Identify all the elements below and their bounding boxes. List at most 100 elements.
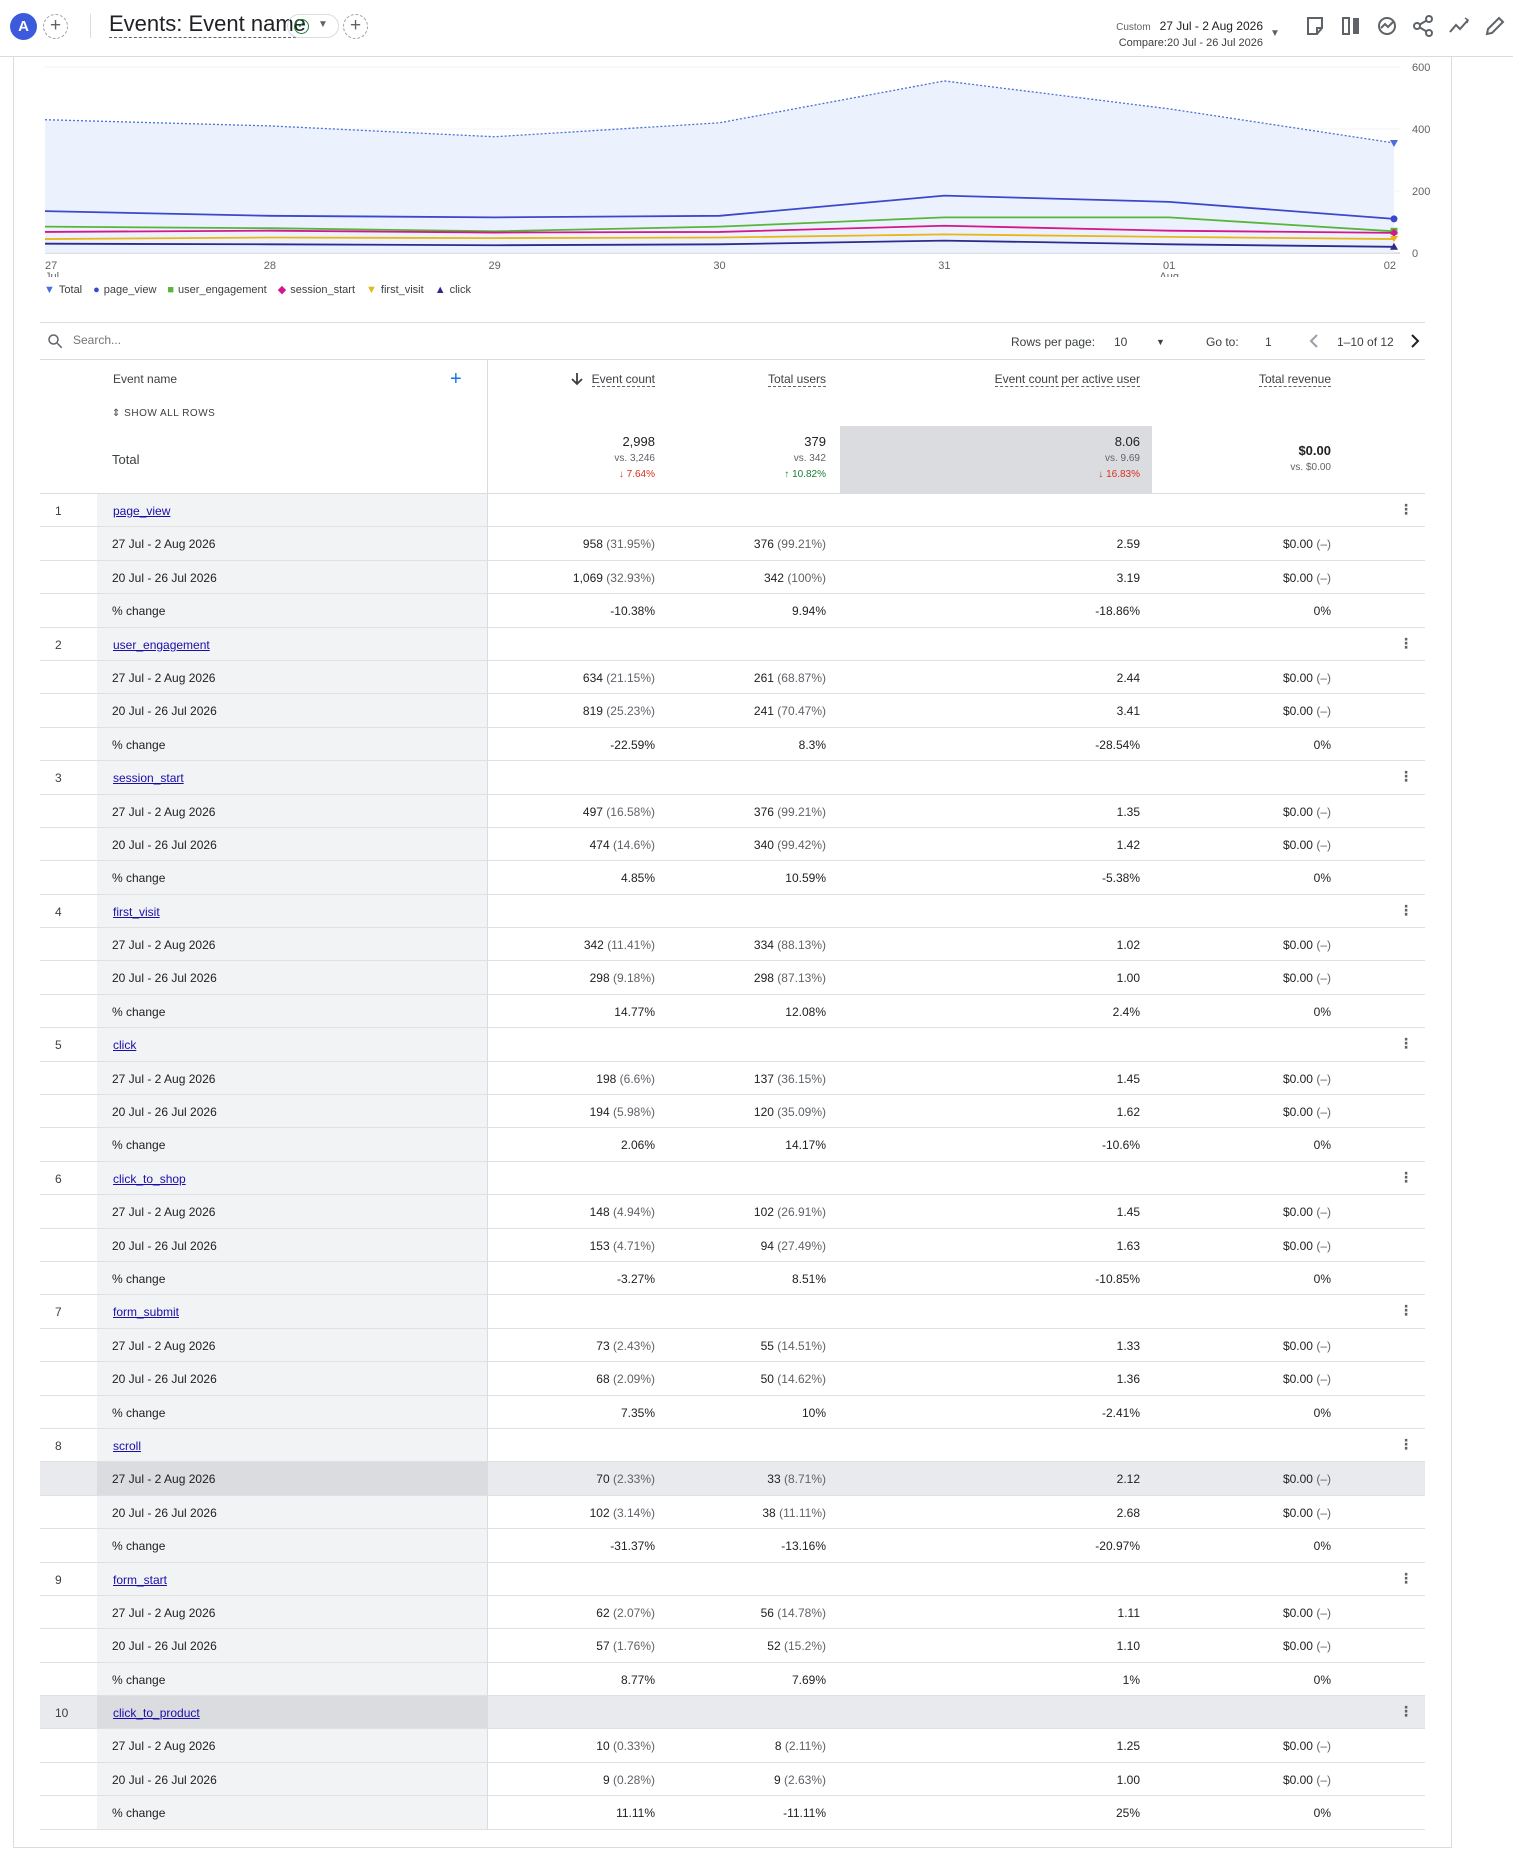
col-event-name[interactable]: Event name bbox=[113, 372, 177, 386]
col-total-users[interactable]: Total users bbox=[767, 372, 826, 387]
legend-item[interactable]: ■ user_engagement bbox=[167, 283, 266, 296]
event-name-link[interactable]: form_submit bbox=[113, 1305, 179, 1319]
add-report-button[interactable]: + bbox=[43, 14, 68, 39]
metric-cell: -10.6% bbox=[1101, 1138, 1140, 1153]
compare-columns-icon[interactable] bbox=[1339, 14, 1363, 38]
period-label: 20 Jul - 26 Jul 2026 bbox=[112, 1772, 217, 1787]
legend-marker-icon: ▼ bbox=[366, 283, 377, 296]
event-name-link[interactable]: click_to_shop bbox=[113, 1172, 186, 1186]
more-vert-icon[interactable]: ⋮ bbox=[1399, 502, 1413, 516]
legend-item[interactable]: ◆ session_start bbox=[278, 283, 355, 297]
table-row: % change -3.27% 8.51% -10.85% 0% bbox=[40, 1261, 1425, 1296]
period-label: 27 Jul - 2 Aug 2026 bbox=[112, 1205, 216, 1220]
rows-per-page-select[interactable]: 10 bbox=[1114, 335, 1127, 349]
period-label: % change bbox=[112, 1138, 166, 1153]
metric-cell: 62 (2.07%) bbox=[596, 1605, 655, 1620]
metric-cell: -2.41% bbox=[1101, 1405, 1140, 1420]
annotation-icon[interactable] bbox=[1303, 14, 1327, 38]
legend-item[interactable]: ● page_view bbox=[93, 283, 156, 296]
share-icon[interactable] bbox=[1411, 14, 1435, 38]
metric-cell: 474 (14.6%) bbox=[589, 837, 655, 852]
event-name-link[interactable]: session_start bbox=[113, 771, 184, 785]
legend-item[interactable]: ▲ click bbox=[435, 283, 471, 296]
metric-cell: 2.12 bbox=[1116, 1472, 1140, 1487]
table-group-row[interactable]: 1 page_view ⋮ bbox=[40, 494, 1425, 528]
table-group-row[interactable]: 10 click_to_product ⋮ bbox=[40, 1696, 1425, 1730]
col-event-count-per-user[interactable]: Event count per active user bbox=[994, 372, 1140, 387]
event-name-link[interactable]: scroll bbox=[113, 1439, 141, 1453]
col-total-revenue[interactable]: Total revenue bbox=[1258, 372, 1331, 387]
table-body: 1 page_view ⋮ 27 Jul - 2 Aug 2026 958 (31.95… bbox=[40, 494, 1425, 1830]
more-vert-icon[interactable]: ⋮ bbox=[1399, 1571, 1413, 1585]
table-group-row[interactable]: 3 session_start ⋮ bbox=[40, 761, 1425, 795]
event-name-link[interactable]: click bbox=[113, 1038, 136, 1052]
date-range-picker[interactable]: Custom 27 Jul - 2 Aug 2026 Compare:20 Jul… bbox=[1116, 18, 1263, 50]
period-label: 20 Jul - 26 Jul 2026 bbox=[112, 971, 217, 986]
event-name-link[interactable]: click_to_product bbox=[113, 1706, 200, 1720]
next-page-icon[interactable] bbox=[1408, 333, 1422, 349]
metric-cell: $0.00 (–) bbox=[1282, 971, 1331, 986]
insights-icon[interactable] bbox=[1375, 14, 1399, 38]
table-row: % change 4.85% 10.59% -5.38% 0% bbox=[40, 861, 1425, 895]
metric-cell: 9 (0.28%) bbox=[602, 1772, 655, 1787]
col-event-count[interactable]: Event count bbox=[591, 372, 655, 387]
more-vert-icon[interactable]: ⋮ bbox=[1399, 903, 1413, 917]
more-vert-icon[interactable]: ⋮ bbox=[1399, 1704, 1413, 1718]
metric-cell: 52 (15.2%) bbox=[767, 1639, 826, 1654]
table-group-row[interactable]: 2 user_engagement ⋮ bbox=[40, 627, 1425, 661]
event-name-link[interactable]: user_engagement bbox=[113, 638, 210, 652]
event-name-link[interactable]: first_visit bbox=[113, 905, 160, 919]
table-group-row[interactable]: 5 click ⋮ bbox=[40, 1028, 1425, 1062]
table-row: 27 Jul - 2 Aug 2026 70 (2.33%) 33 (8.71%) 2… bbox=[40, 1462, 1425, 1496]
table-group-row[interactable]: 6 click_to_shop ⋮ bbox=[40, 1161, 1425, 1196]
period-label: % change bbox=[112, 1004, 166, 1019]
legend-item[interactable]: ▼ first_visit bbox=[366, 283, 424, 296]
goto-label: Go to: bbox=[1206, 335, 1239, 349]
show-all-rows-button[interactable]: ⇕ SHOW ALL ROWS bbox=[112, 408, 215, 419]
row-number: 1 bbox=[55, 504, 62, 518]
period-label: 27 Jul - 2 Aug 2026 bbox=[112, 537, 216, 552]
add-dimension-button[interactable]: + bbox=[450, 369, 462, 389]
metric-cell: $0.00 (–) bbox=[1282, 1205, 1331, 1220]
edit-icon[interactable] bbox=[1483, 14, 1507, 38]
more-vert-icon[interactable]: ⋮ bbox=[1399, 769, 1413, 783]
more-vert-icon[interactable]: ⋮ bbox=[1399, 1437, 1413, 1451]
prev-page-icon[interactable] bbox=[1307, 333, 1321, 349]
rows-chevron-down-icon[interactable]: ▼ bbox=[1156, 337, 1165, 347]
metric-cell: 958 (31.95%) bbox=[582, 537, 655, 552]
trend-icon[interactable] bbox=[1447, 14, 1471, 38]
search-input[interactable] bbox=[73, 333, 373, 347]
period-label: 20 Jul - 26 Jul 2026 bbox=[112, 1238, 217, 1253]
table-group-row[interactable]: 4 first_visit ⋮ bbox=[40, 894, 1425, 929]
x-tick-label: 28 bbox=[264, 260, 276, 272]
period-label: 27 Jul - 2 Aug 2026 bbox=[112, 1338, 216, 1353]
table-header: Event name + ⇕ SHOW ALL ROWS Event count… bbox=[40, 360, 1425, 494]
line-chart[interactable]: 600400200027Jul28 29 30 31 01Aug02 bbox=[0, 57, 1440, 277]
page-title[interactable]: Events: Event name bbox=[109, 12, 306, 38]
metric-cell: 14.77% bbox=[614, 1004, 655, 1019]
metric-cell: 340 (99.42%) bbox=[753, 837, 826, 852]
more-vert-icon[interactable]: ⋮ bbox=[1399, 1170, 1413, 1184]
more-vert-icon[interactable]: ⋮ bbox=[1399, 636, 1413, 650]
status-dropdown[interactable]: ✓ ▼ bbox=[287, 14, 339, 38]
event-name-link[interactable]: form_start bbox=[113, 1573, 167, 1587]
avatar[interactable]: A bbox=[10, 13, 37, 40]
date-chevron-down-icon[interactable]: ▼ bbox=[1270, 28, 1280, 39]
metric-cell: 102 (3.14%) bbox=[589, 1505, 655, 1520]
metric-cell: $0.00 (–) bbox=[1282, 1071, 1331, 1086]
goto-input[interactable]: 1 bbox=[1265, 335, 1272, 349]
metric-cell: 9.94% bbox=[791, 604, 826, 619]
more-vert-icon[interactable]: ⋮ bbox=[1399, 1036, 1413, 1050]
table-group-row[interactable]: 9 form_start ⋮ bbox=[40, 1562, 1425, 1596]
period-label: 27 Jul - 2 Aug 2026 bbox=[112, 804, 216, 819]
table-group-row[interactable]: 8 scroll ⋮ bbox=[40, 1428, 1425, 1463]
metric-cell: -10.38% bbox=[610, 604, 655, 619]
sort-arrow-down-icon[interactable] bbox=[571, 372, 583, 386]
event-name-link[interactable]: page_view bbox=[113, 504, 170, 518]
legend-item[interactable]: ▼ Total bbox=[44, 283, 82, 296]
table-group-row[interactable]: 7 form_submit ⋮ bbox=[40, 1295, 1425, 1329]
metric-cell: -3.27% bbox=[616, 1271, 655, 1286]
add-comparison-button[interactable]: + bbox=[343, 14, 368, 39]
more-vert-icon[interactable]: ⋮ bbox=[1399, 1303, 1413, 1317]
metric-cell: 0% bbox=[1313, 604, 1331, 619]
